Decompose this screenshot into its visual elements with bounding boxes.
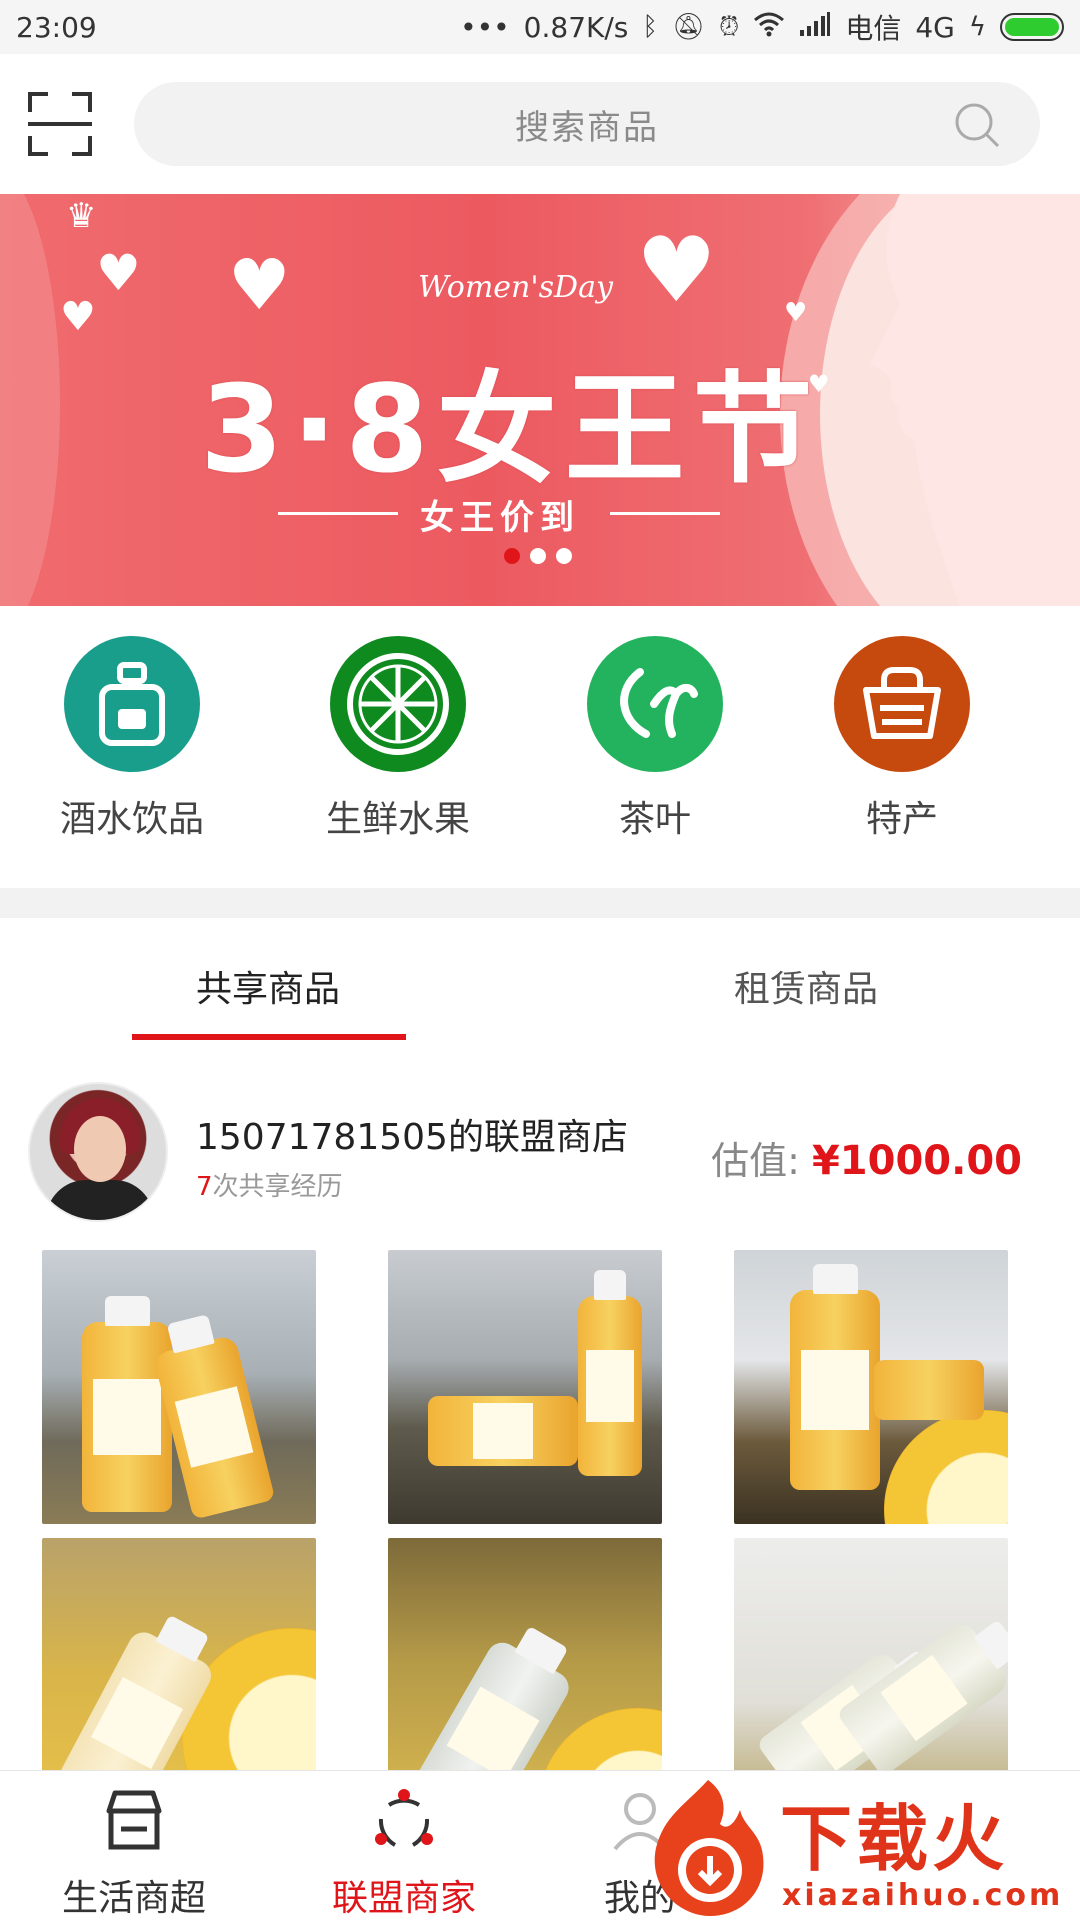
- category-label: 生鲜水果: [325, 799, 470, 840]
- site-watermark: 下载火 xiazaihuo.com: [640, 1776, 1080, 1920]
- heart-icon: ♥: [228, 244, 291, 326]
- product-grid: [0, 1244, 1080, 1770]
- category-label: 特产: [865, 799, 938, 840]
- product-image[interactable]: [734, 1250, 1008, 1524]
- share-network-icon: [375, 1789, 433, 1847]
- basket-icon: [834, 636, 970, 772]
- banner-script-text: Women'sDay: [418, 270, 613, 305]
- product-tabs: 共享商品 租赁商品: [0, 918, 1080, 1044]
- lime-slice-icon: [330, 636, 466, 772]
- category-drinks[interactable]: 酒水饮品: [32, 636, 232, 842]
- tea-leaf-icon: [587, 636, 723, 772]
- heart-icon: ♥: [96, 244, 141, 302]
- alarm-icon: ⏰︎: [719, 11, 740, 42]
- promo-banner[interactable]: ♥ ♥ ♥ ♥ ♥ ♥ ♛ Women'sDay 3·8女王节 女王价到: [0, 194, 1080, 606]
- carousel-dots[interactable]: [504, 548, 572, 564]
- carousel-dot[interactable]: [504, 548, 520, 564]
- product-image[interactable]: [388, 1250, 662, 1524]
- category-fresh-fruit[interactable]: 生鲜水果: [298, 636, 498, 842]
- status-bar: 23:09 ••• 0.87K/s ᛒ 🔕︎ ⏰︎ 电信 4G ϟ: [0, 0, 1080, 54]
- tab-rental-goods[interactable]: 租赁商品: [734, 960, 878, 1012]
- watermark-url: xiazaihuo.com: [782, 1878, 1064, 1913]
- wifi-icon: [753, 11, 785, 44]
- battery-icon: [1000, 13, 1064, 41]
- nav-alliance-merchant[interactable]: 联盟商家: [304, 1785, 504, 1920]
- carousel-dot[interactable]: [556, 548, 572, 564]
- share-suffix: 次共享经历: [212, 1172, 343, 1202]
- watermark-text: 下载火: [780, 1797, 1009, 1881]
- heart-icon: ♥: [636, 218, 717, 323]
- valuation-amount: ¥1000.00: [811, 1138, 1022, 1184]
- product-image[interactable]: [42, 1538, 316, 1770]
- shop-card[interactable]: 15071781505的联盟商店 7次共享经历 估值: ¥1000.00: [0, 1044, 1080, 1244]
- category-tea[interactable]: 茶叶: [555, 636, 755, 842]
- valuation-label: 估值:: [711, 1139, 800, 1183]
- category-label: 茶叶: [618, 799, 691, 840]
- heart-icon: ♥: [60, 294, 96, 340]
- category-label: 酒水饮品: [59, 799, 204, 840]
- crown-icon: ♛: [66, 196, 97, 236]
- nav-label: 联盟商家: [331, 1878, 476, 1919]
- search-input[interactable]: 搜索商品: [134, 82, 1040, 166]
- bottle-icon: [64, 636, 200, 772]
- charging-icon: ϟ: [968, 12, 986, 42]
- network-speed: 0.87K/s: [523, 10, 629, 44]
- scan-icon[interactable]: [28, 90, 92, 158]
- tab-shared-goods[interactable]: 共享商品: [196, 960, 340, 1012]
- mute-bell-icon: 🔕︎: [672, 12, 706, 42]
- network-type: 4G: [915, 10, 955, 44]
- status-time: 23:09: [16, 10, 97, 44]
- product-image[interactable]: [388, 1538, 662, 1770]
- avatar[interactable]: [28, 1082, 168, 1222]
- search-placeholder: 搜索商品: [515, 107, 659, 148]
- app-header: 搜索商品: [0, 54, 1080, 194]
- nav-label: 生活商超: [61, 1878, 206, 1919]
- category-specialty[interactable]: 特产: [802, 636, 1002, 842]
- tab-indicator: [132, 1034, 406, 1040]
- status-icons: ••• 0.87K/s ᛒ 🔕︎ ⏰︎ 电信 4G ϟ: [460, 7, 1064, 47]
- store-icon: [106, 1790, 162, 1850]
- carrier: 电信: [845, 12, 902, 45]
- share-history: 7次共享经历: [196, 1166, 343, 1203]
- share-count: 7: [196, 1172, 213, 1202]
- banner-headline: 3·8女王节: [200, 361, 821, 500]
- signal-icon: [799, 11, 831, 43]
- category-row: 酒水饮品 生鲜水果 茶叶 特产: [0, 606, 1080, 888]
- section-divider: [0, 888, 1080, 918]
- bluetooth-icon: ᛒ: [642, 12, 659, 42]
- shop-name: 15071781505的联盟商店: [196, 1117, 628, 1158]
- woman-silhouette-icon: [870, 194, 1080, 606]
- nav-life-market[interactable]: 生活商超: [34, 1785, 234, 1920]
- flame-logo-icon: [654, 1780, 764, 1916]
- product-image[interactable]: [734, 1538, 1008, 1770]
- search-icon[interactable]: [954, 102, 1000, 148]
- heart-icon: ♥: [784, 298, 808, 328]
- more-dots: •••: [460, 10, 510, 44]
- carousel-dot[interactable]: [530, 548, 546, 564]
- shop-valuation: 估值: ¥1000.00: [711, 1130, 1022, 1185]
- banner-subtitle: 女王价到: [420, 498, 580, 538]
- product-image[interactable]: [42, 1250, 316, 1524]
